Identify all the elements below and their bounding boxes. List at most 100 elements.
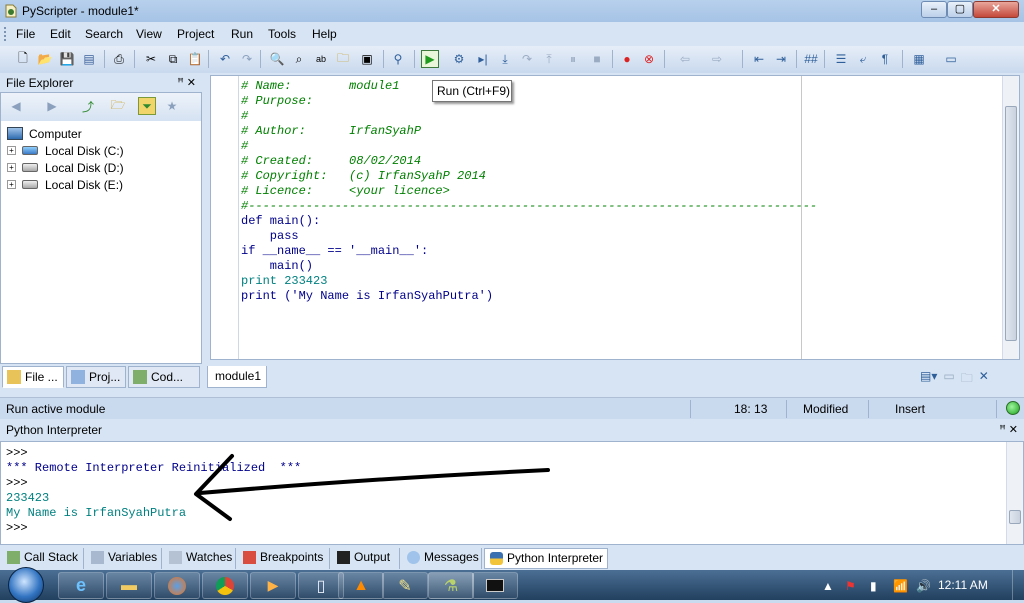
close-tab-icon[interactable]: ✕ bbox=[979, 369, 989, 385]
run-to-cursor-icon[interactable]: ▸| bbox=[474, 50, 492, 68]
pin-close-icon[interactable]: ꟸ ✕ bbox=[999, 421, 1018, 439]
file-explorer-icon[interactable]: ▬ bbox=[106, 572, 152, 599]
abort-icon[interactable]: ■ bbox=[588, 50, 606, 68]
save-icon[interactable]: 💾 bbox=[58, 50, 76, 68]
volume-icon[interactable]: 🔊 bbox=[916, 579, 931, 593]
filter-icon[interactable]: ⏷ bbox=[138, 97, 156, 115]
menu-file[interactable]: File bbox=[16, 27, 35, 41]
taskbar-clock[interactable]: 12:11 AM bbox=[938, 578, 988, 592]
scroll-thumb[interactable] bbox=[1005, 106, 1017, 341]
tab-module1[interactable]: module1 bbox=[207, 366, 267, 388]
tree-item-computer[interactable]: Computer bbox=[7, 125, 124, 142]
new-file-icon[interactable]: 🗋 bbox=[14, 50, 32, 68]
action-center-icon[interactable]: ⚑ bbox=[845, 579, 856, 593]
horizontal-splitter[interactable] bbox=[0, 389, 1024, 397]
menu-help[interactable]: Help bbox=[312, 27, 337, 41]
tab-file-explorer[interactable]: File ... bbox=[2, 366, 64, 388]
window-list-icon[interactable]: ▤▾ bbox=[920, 369, 937, 385]
expand-icon[interactable]: + bbox=[7, 163, 16, 172]
tab-watches[interactable]: Watches bbox=[164, 548, 236, 569]
full-screen-icon[interactable]: ▣ bbox=[358, 50, 376, 68]
tab-folder-icon[interactable]: 🗀 bbox=[961, 369, 973, 385]
view-icon[interactable]: ▭ bbox=[942, 50, 960, 68]
internet-explorer-icon[interactable]: e bbox=[58, 572, 104, 599]
tab-code-explorer[interactable]: Cod... bbox=[128, 366, 200, 388]
show-hidden-icons-icon[interactable]: ▲ bbox=[822, 579, 834, 593]
save-all-icon[interactable]: ▤ bbox=[80, 50, 98, 68]
expand-icon[interactable]: + bbox=[7, 180, 16, 189]
tree-item-drive-d[interactable]: + Local Disk (D:) bbox=[7, 159, 124, 176]
editor-vertical-scrollbar[interactable] bbox=[1002, 76, 1019, 359]
tab-python-interpreter[interactable]: Python Interpreter bbox=[484, 548, 608, 569]
tab-call-stack[interactable]: Call Stack bbox=[2, 548, 84, 569]
power-icon[interactable]: ▮ bbox=[870, 579, 877, 593]
new-tab-icon[interactable]: ▭ bbox=[943, 369, 954, 385]
menu-project[interactable]: Project bbox=[177, 27, 214, 41]
pin-close-icon[interactable]: ꟸ ✕ bbox=[177, 74, 196, 92]
start-button[interactable] bbox=[8, 567, 44, 603]
back-icon[interactable]: ◀ bbox=[7, 97, 25, 115]
redo-icon[interactable]: ↷ bbox=[238, 50, 256, 68]
console-output[interactable]: >>> *** Remote Interpreter Reinitialized … bbox=[6, 446, 301, 536]
expand-icon[interactable]: + bbox=[7, 146, 16, 155]
step-out-icon[interactable]: ⤒ bbox=[540, 50, 558, 68]
tree-item-drive-e[interactable]: + Local Disk (E:) bbox=[7, 176, 124, 193]
menu-run[interactable]: Run bbox=[231, 27, 253, 41]
copy-icon[interactable]: ⧉ bbox=[164, 50, 182, 68]
run-button[interactable]: ▶ bbox=[421, 50, 439, 68]
cut-icon[interactable]: ✂ bbox=[142, 50, 160, 68]
line-numbers-icon[interactable]: ☰ bbox=[832, 50, 850, 68]
menu-edit[interactable]: Edit bbox=[50, 27, 71, 41]
pause-icon[interactable]: ⏸ bbox=[564, 50, 582, 68]
open-folder-icon[interactable]: 📂 bbox=[36, 50, 54, 68]
folder-view-icon[interactable]: 🗁 bbox=[109, 97, 127, 115]
menu-view[interactable]: View bbox=[136, 27, 162, 41]
pyscripter-taskbar-icon[interactable]: ⚗ bbox=[428, 572, 474, 599]
chrome-icon[interactable] bbox=[202, 572, 248, 599]
code-editor[interactable]: # Name: module1 # Purpose: # # Author: Irfa… bbox=[210, 75, 1020, 360]
tab-messages[interactable]: Messages bbox=[402, 548, 482, 569]
replace-icon[interactable]: ab bbox=[312, 50, 330, 68]
comment-icon[interactable]: ## bbox=[802, 50, 820, 68]
find-in-files-icon[interactable]: 🗀 bbox=[334, 50, 352, 68]
favorites-icon[interactable]: ★ bbox=[163, 97, 181, 115]
step-over-icon[interactable]: ↷ bbox=[518, 50, 536, 68]
print-icon[interactable]: ⎙ bbox=[110, 50, 128, 68]
text-editor-icon[interactable]: ✎ bbox=[382, 572, 428, 599]
minimize-button[interactable]: – bbox=[921, 1, 947, 18]
forward-icon[interactable]: ▶ bbox=[43, 97, 61, 115]
layout-icon[interactable]: ▦ bbox=[910, 50, 928, 68]
tree-item-drive-c[interactable]: + Local Disk (C:) bbox=[7, 142, 124, 159]
paste-icon[interactable]: 📋 bbox=[186, 50, 204, 68]
media-player-icon[interactable]: ▶ bbox=[250, 572, 296, 599]
python-interpreter-console[interactable]: >>> *** Remote Interpreter Reinitialized … bbox=[0, 441, 1024, 545]
command-prompt-icon[interactable] bbox=[472, 572, 518, 599]
scroll-thumb[interactable] bbox=[1009, 510, 1021, 524]
dedent-icon[interactable]: ⇥ bbox=[772, 50, 790, 68]
network-signal-icon[interactable]: 📶 bbox=[893, 579, 908, 593]
editor-gutter[interactable] bbox=[211, 76, 239, 359]
tab-variables[interactable]: Variables bbox=[86, 548, 162, 569]
step-into-icon[interactable]: ⤓ bbox=[496, 50, 514, 68]
clear-breakpoints-icon[interactable]: ⊗ bbox=[640, 50, 658, 68]
editor-code[interactable]: # Name: module1 # Purpose: # # Author: Irfa… bbox=[241, 79, 817, 304]
toggle-breakpoint-icon[interactable]: ● bbox=[618, 50, 636, 68]
up-folder-icon[interactable]: ⤴ bbox=[79, 97, 97, 115]
menu-search[interactable]: Search bbox=[85, 27, 123, 41]
tab-project-explorer[interactable]: Proj... bbox=[66, 366, 126, 388]
close-button[interactable]: ✕ bbox=[973, 1, 1019, 18]
maximize-button[interactable]: ▢ bbox=[947, 1, 973, 18]
tab-breakpoints[interactable]: Breakpoints bbox=[238, 548, 330, 569]
debug-icon[interactable]: ⚙ bbox=[450, 50, 468, 68]
pilcrow-icon[interactable]: ¶ bbox=[876, 50, 894, 68]
find-next-icon[interactable]: ⌕ bbox=[290, 50, 308, 68]
menu-tools[interactable]: Tools bbox=[268, 27, 296, 41]
find-icon[interactable]: 🔍 bbox=[268, 50, 286, 68]
tab-output[interactable]: Output bbox=[332, 548, 400, 569]
forward-icon[interactable]: ⇨ bbox=[708, 50, 726, 68]
back-icon[interactable]: ⇦ bbox=[676, 50, 694, 68]
show-desktop-button[interactable] bbox=[1012, 570, 1024, 600]
syntax-check-icon[interactable]: ⚲ bbox=[389, 50, 407, 68]
console-vertical-scrollbar[interactable] bbox=[1006, 442, 1023, 544]
word-wrap-icon[interactable]: ⤶ bbox=[854, 50, 872, 68]
